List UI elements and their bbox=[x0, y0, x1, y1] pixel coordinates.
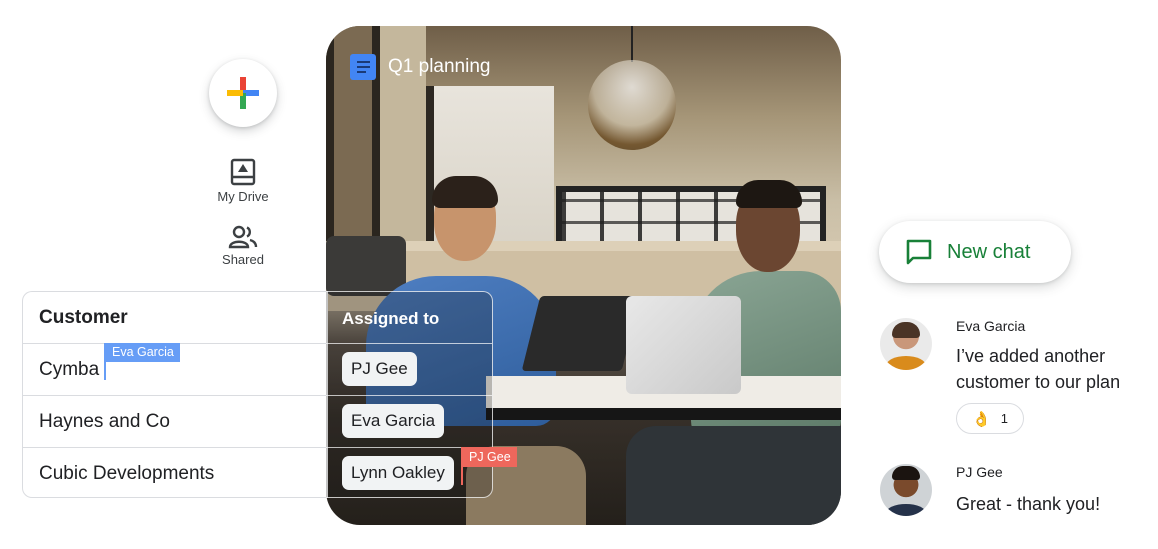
message-text: Great - thank you! bbox=[956, 494, 1101, 514]
avatar[interactable] bbox=[880, 318, 932, 370]
table-row[interactable]: Eva Garcia bbox=[326, 396, 492, 448]
ok-hand-emoji-icon: 👌 bbox=[972, 410, 991, 428]
new-button[interactable] bbox=[209, 59, 277, 127]
table-header-row: Assigned to bbox=[326, 292, 492, 344]
table-row[interactable]: Haynes and Co bbox=[23, 396, 328, 448]
collaborator-flag: PJ Gee bbox=[463, 447, 517, 467]
document-title-text: Q1 planning bbox=[388, 56, 491, 77]
document-title[interactable]: Q1 planning bbox=[350, 54, 490, 80]
new-chat-button[interactable]: New chat bbox=[879, 221, 1071, 283]
avatar[interactable] bbox=[880, 464, 932, 516]
message-sender: PJ Gee bbox=[956, 464, 1003, 480]
customer-cell[interactable]: Cubic Developments bbox=[39, 463, 214, 485]
laptop bbox=[626, 296, 741, 394]
column-header-assigned: Assigned to bbox=[342, 309, 440, 328]
sidebar-item-my-drive[interactable]: My Drive bbox=[200, 158, 286, 204]
sidebar-item-label: My Drive bbox=[217, 189, 269, 204]
collaborator-flag: Eva Garcia bbox=[106, 343, 180, 362]
table-header-row: Customer bbox=[23, 292, 328, 344]
reaction-count: 1 bbox=[1000, 411, 1008, 426]
person-chip[interactable]: PJ Gee bbox=[342, 352, 417, 386]
reaction-chip[interactable]: 👌 1 bbox=[956, 403, 1024, 434]
column-header-customer: Customer bbox=[39, 307, 128, 328]
person-chip[interactable]: Eva Garcia bbox=[342, 404, 445, 438]
sidebar-item-shared[interactable]: Shared bbox=[200, 225, 286, 267]
laptop bbox=[521, 296, 641, 371]
table-row[interactable]: Cubic Developments bbox=[23, 448, 328, 498]
message-text: customer to our plan bbox=[956, 372, 1121, 392]
pendant-lamp bbox=[588, 60, 676, 150]
customer-cell[interactable]: Cymba bbox=[39, 359, 99, 381]
message-sender: Eva Garcia bbox=[956, 318, 1026, 334]
person-chip[interactable]: Lynn Oakley bbox=[342, 456, 454, 490]
drive-icon bbox=[230, 158, 256, 186]
chat-bubble-icon bbox=[906, 239, 932, 265]
google-plus-icon bbox=[227, 77, 259, 109]
table-row[interactable]: PJ Gee bbox=[326, 344, 492, 396]
message-text: I’ve added another bbox=[956, 346, 1106, 366]
customer-column: Customer Cymba Haynes and Co Cubic Devel… bbox=[22, 291, 328, 498]
google-docs-icon bbox=[350, 54, 376, 80]
customer-cell[interactable]: Haynes and Co bbox=[39, 411, 170, 433]
people-icon bbox=[228, 225, 258, 249]
sidebar-item-label: Shared bbox=[222, 252, 264, 267]
new-chat-label: New chat bbox=[947, 240, 1031, 263]
